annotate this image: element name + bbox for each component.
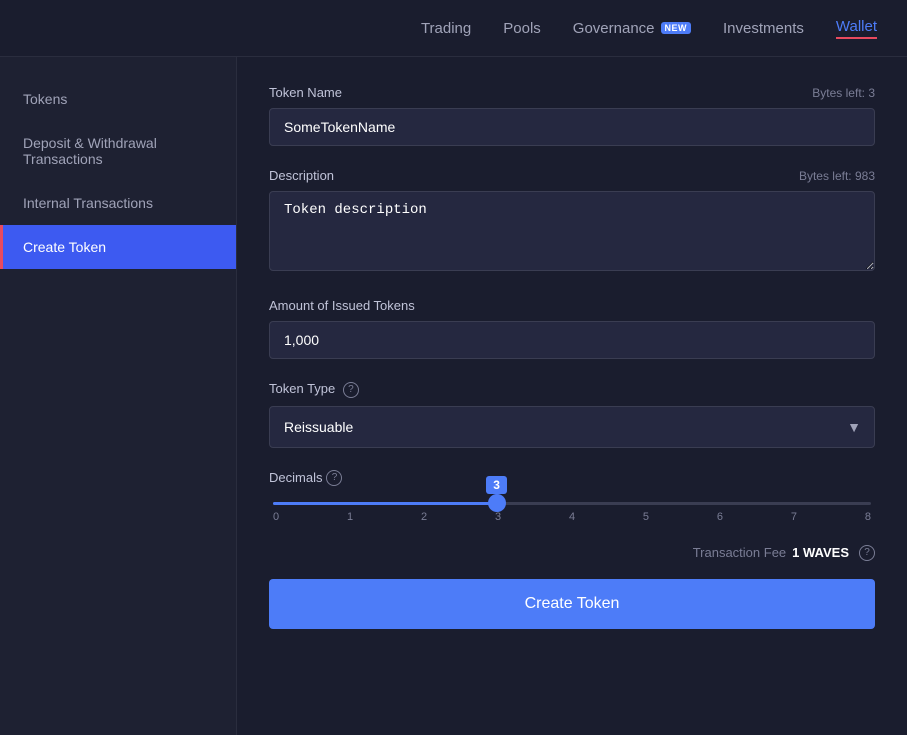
description-textarea[interactable]: Token description (269, 191, 875, 271)
tick-0: 0 (273, 511, 279, 523)
amount-label: Amount of Issued Tokens (269, 298, 415, 313)
token-name-header: Token Name Bytes left: 3 (269, 85, 875, 100)
slider-thumb[interactable] (488, 494, 506, 512)
tick-3: 3 (495, 511, 501, 523)
decimals-header: Decimals ? (269, 470, 875, 486)
token-type-dropdown-wrapper: Reissuable Non-reissuable ▼ (269, 406, 875, 448)
token-type-header: Token Type ? (269, 381, 875, 398)
sidebar-item-internal-transactions[interactable]: Internal Transactions (0, 181, 236, 225)
tick-4: 4 (569, 511, 575, 523)
slider-ticks: 0 1 2 3 4 5 6 7 8 (269, 511, 875, 523)
sidebar-item-deposit-withdrawal[interactable]: Deposit & Withdrawal Transactions (0, 121, 236, 181)
nav-governance[interactable]: Governance NEW (573, 20, 691, 37)
decimals-help-icon[interactable]: ? (326, 470, 342, 486)
main-layout: Tokens Deposit & Withdrawal Transactions… (0, 57, 907, 735)
nav-governance-label: Governance (573, 20, 655, 37)
fee-amount: 1 WAVES (792, 545, 849, 560)
nav-pools-label: Pools (503, 20, 541, 37)
description-bytes-left: Bytes left: 983 (799, 169, 875, 183)
governance-new-badge: NEW (661, 22, 692, 34)
sidebar: Tokens Deposit & Withdrawal Transactions… (0, 57, 237, 735)
amount-section: Amount of Issued Tokens (269, 298, 875, 359)
token-type-label: Token Type ? (269, 381, 359, 398)
token-name-input[interactable] (269, 108, 875, 146)
slider-track (273, 502, 871, 505)
nav-wallet-label: Wallet (836, 18, 877, 35)
tick-6: 6 (717, 511, 723, 523)
sidebar-item-tokens[interactable]: Tokens (0, 77, 236, 121)
nav-pools[interactable]: Pools (503, 20, 541, 37)
sidebar-item-create-token[interactable]: Create Token (0, 225, 236, 269)
nav-wallet[interactable]: Wallet (836, 18, 877, 39)
slider-fill (273, 502, 497, 505)
token-type-section: Token Type ? Reissuable Non-reissuable ▼ (269, 381, 875, 448)
tick-7: 7 (791, 511, 797, 523)
nav-trading[interactable]: Trading (421, 20, 471, 37)
amount-input[interactable] (269, 321, 875, 359)
amount-header: Amount of Issued Tokens (269, 298, 875, 313)
token-type-select[interactable]: Reissuable Non-reissuable (269, 406, 875, 448)
fee-help-icon[interactable]: ? (859, 545, 875, 561)
nav-investments[interactable]: Investments (723, 20, 804, 37)
description-header: Description Bytes left: 983 (269, 168, 875, 183)
slider-tooltip: 3 (486, 476, 507, 494)
nav-investments-label: Investments (723, 20, 804, 37)
decimals-section: Decimals ? 3 0 1 2 3 4 5 6 7 8 (269, 470, 875, 523)
tick-5: 5 (643, 511, 649, 523)
fee-label: Transaction Fee (693, 545, 786, 560)
create-token-button[interactable]: Create Token (269, 579, 875, 629)
top-nav: Trading Pools Governance NEW Investments… (0, 0, 907, 57)
token-name-section: Token Name Bytes left: 3 (269, 85, 875, 146)
tick-1: 1 (347, 511, 353, 523)
decimals-slider-container: 3 (269, 502, 875, 505)
token-name-bytes-left: Bytes left: 3 (812, 86, 875, 100)
nav-trading-label: Trading (421, 20, 471, 37)
tick-8: 8 (865, 511, 871, 523)
tick-2: 2 (421, 511, 427, 523)
token-name-label: Token Name (269, 85, 342, 100)
description-section: Description Bytes left: 983 Token descri… (269, 168, 875, 276)
description-label: Description (269, 168, 334, 183)
decimals-label: Decimals (269, 470, 322, 485)
transaction-fee-row: Transaction Fee 1 WAVES ? (269, 545, 875, 561)
main-content: Token Name Bytes left: 3 Description Byt… (237, 57, 907, 735)
token-type-help-icon[interactable]: ? (343, 382, 359, 398)
